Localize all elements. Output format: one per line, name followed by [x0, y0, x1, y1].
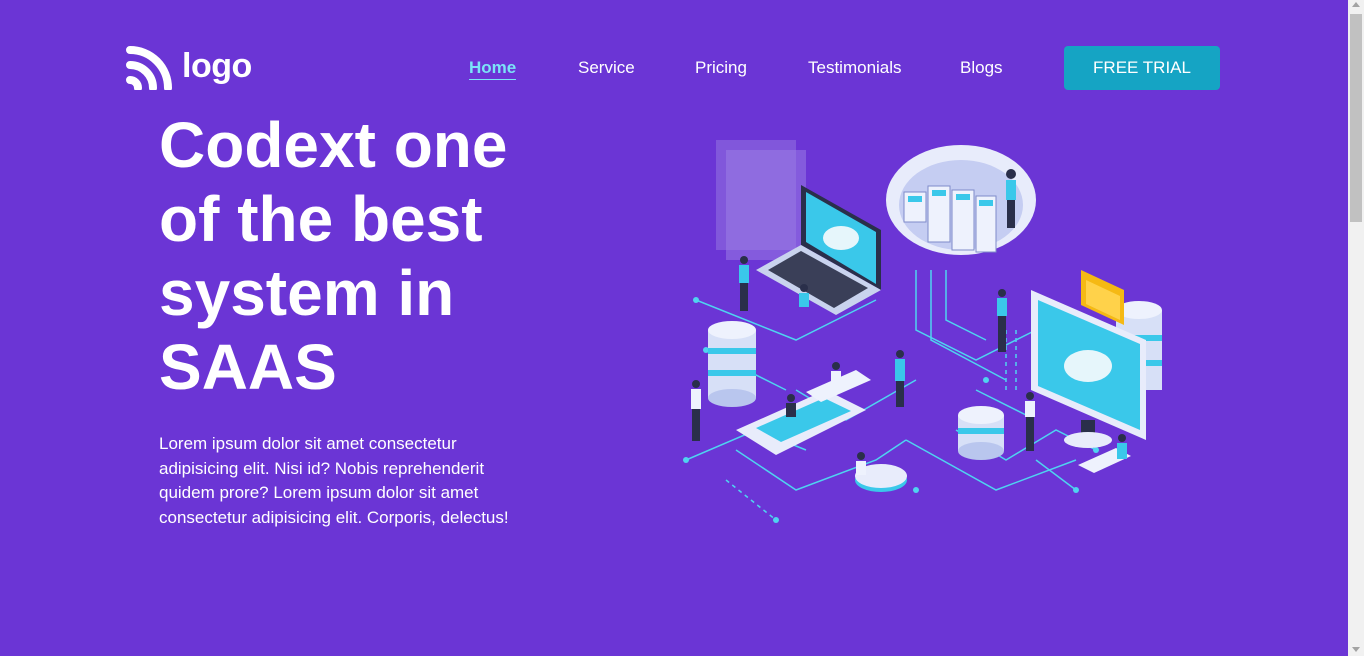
scroll-up-arrow-icon[interactable]	[1352, 2, 1360, 7]
logo-text: logo	[182, 47, 252, 85]
nav-blogs[interactable]: Blogs	[960, 58, 1003, 78]
landing-page: logo Home Service Pricing Testimonials B…	[0, 0, 1348, 656]
nav-service[interactable]: Service	[578, 58, 635, 78]
scrollbar-thumb[interactable]	[1350, 14, 1362, 222]
free-trial-button[interactable]: FREE TRIAL	[1064, 46, 1220, 90]
hero-title: Codext one of the best system in SAAS	[159, 109, 508, 403]
nav-pricing[interactable]: Pricing	[695, 58, 747, 78]
scroll-down-arrow-icon[interactable]	[1352, 647, 1360, 652]
nav-testimonials[interactable]: Testimonials	[808, 58, 902, 78]
brand-logo-icon	[126, 46, 172, 90]
nav-home[interactable]: Home	[469, 58, 517, 80]
hero-description: Lorem ipsum dolor sit amet consectetur a…	[159, 434, 509, 527]
vertical-scrollbar[interactable]	[1348, 0, 1364, 656]
saas-network-illustration	[683, 140, 1162, 523]
logo[interactable]: logo	[126, 46, 252, 90]
